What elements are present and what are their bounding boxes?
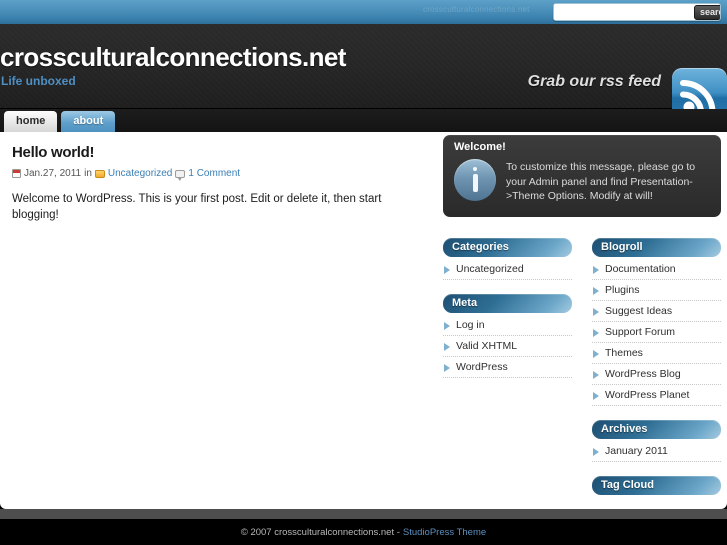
sidebar-left: Categories Uncategorized Meta Log in Valid X… [443,238,572,392]
widget-blogroll: Blogroll Documentation Plugins Suggest Idea… [592,238,721,406]
post-meta: Jan.27, 2011 in Uncategorized 1 Comment [12,168,427,181]
post-excerpt: Welcome to WordPress. This is your first… [12,193,382,221]
top-utility-bar: crossculturalconnections.net search [0,0,727,24]
list-item[interactable]: Log in [443,315,572,336]
post-comments-link[interactable]: 1 Comment [188,168,240,179]
post-column: Hello world! Jan.27, 2011 in Uncategoriz… [12,144,427,223]
widget-title: Categories [443,238,572,257]
widget-list: Log in Valid XHTML WordPress [443,315,572,378]
nav-tab-home[interactable]: home [4,111,58,132]
search-form[interactable]: search [553,3,721,21]
site-footer: © 2007 crossculturalconnections.net - St… [0,519,727,545]
nav-tab-about[interactable]: about [61,111,116,132]
post-date: Jan.27, 2011 [24,168,82,179]
widget-categories: Categories Uncategorized [443,238,572,280]
welcome-box: Welcome! To customize this message, plea… [443,135,721,217]
list-item[interactable]: WordPress [443,357,572,378]
info-icon [454,159,496,201]
widget-archives: Archives January 2011 [592,420,721,462]
footer-copyright: © 2007 crossculturalconnections.net - [240,526,400,538]
welcome-title: Welcome! [454,141,506,153]
widget-title: Archives [592,420,721,439]
widget-title: Meta [443,294,572,313]
list-item[interactable]: Suggest Ideas [592,301,721,322]
folder-icon [94,169,105,178]
site-header: crossculturalconnections.net Life unboxe… [0,24,727,123]
primary-nav: home about [0,109,727,132]
list-item[interactable]: January 2011 [592,441,721,462]
footer-divider [0,509,727,519]
welcome-message: To customize this message, please go to … [506,161,696,202]
topbar-watermark-text: crossculturalconnections.net [423,5,530,14]
widget-title: Tag Cloud [592,476,721,495]
site-title[interactable]: crossculturalconnections.net [0,42,346,73]
calendar-icon [12,169,21,178]
list-item[interactable]: Plugins [592,280,721,301]
post-title[interactable]: Hello world! [12,144,427,161]
widget-meta: Meta Log in Valid XHTML WordPress [443,294,572,378]
widget-list: January 2011 [592,441,721,462]
widget-tag-cloud: Tag Cloud [592,476,721,495]
rss-feed-label[interactable]: Grab our rss feed [528,73,661,91]
list-item[interactable]: Valid XHTML [443,336,572,357]
post-category-link[interactable]: Uncategorized [108,168,172,179]
list-item[interactable]: Documentation [592,259,721,280]
widget-list: Documentation Plugins Suggest Ideas Support… [592,259,721,406]
widget-list: Uncategorized [443,259,572,280]
search-button[interactable]: search [694,4,720,20]
footer-theme-link[interactable]: StudioPress Theme [403,527,486,538]
site-tagline: Life unboxed [1,74,76,88]
main-content: Hello world! Jan.27, 2011 in Uncategoriz… [0,132,727,509]
list-item[interactable]: WordPress Planet [592,385,721,406]
sidebar-right: Blogroll Documentation Plugins Suggest Idea… [592,238,721,509]
widget-title: Blogroll [592,238,721,257]
list-item[interactable]: WordPress Blog [592,364,721,385]
list-item[interactable]: Support Forum [592,322,721,343]
post-meta-in-word: in [84,168,92,179]
list-item[interactable]: Themes [592,343,721,364]
comment-icon [175,169,186,181]
list-item[interactable]: Uncategorized [443,259,572,280]
search-input[interactable] [554,4,694,20]
